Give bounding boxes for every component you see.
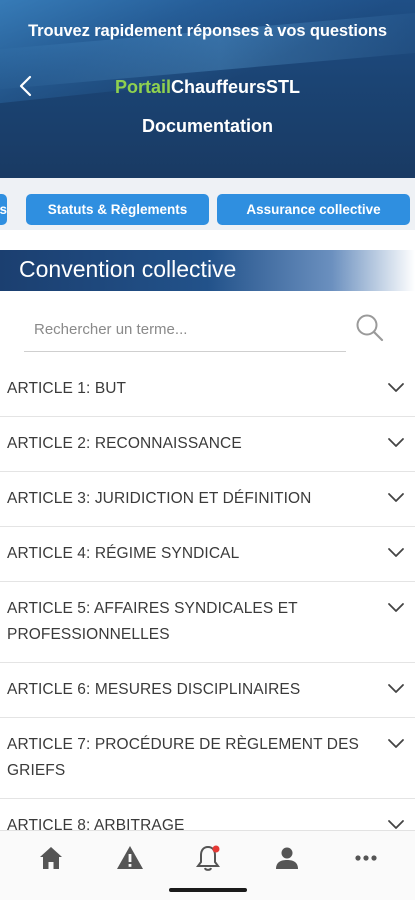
brand-part-portail: Portail xyxy=(114,77,171,97)
article-label: ARTICLE 7: PROCÉDURE DE RÈGLEMENT DES GR… xyxy=(7,736,359,779)
search-icon[interactable] xyxy=(354,312,384,342)
article-item[interactable]: ARTICLE 7: PROCÉDURE DE RÈGLEMENT DES GR… xyxy=(0,718,415,799)
article-label: ARTICLE 1: BUT xyxy=(7,380,127,397)
app-header: Trouvez rapidement réponses à vos questi… xyxy=(0,0,415,178)
brand-logo: PortailChauffeursSTL xyxy=(0,77,415,98)
home-icon[interactable] xyxy=(36,843,66,873)
home-indicator xyxy=(169,888,247,892)
article-label: ARTICLE 6: MESURES DISCIPLINAIRES xyxy=(7,681,301,698)
header-tagline: Trouvez rapidement réponses à vos questi… xyxy=(28,22,387,40)
notification-dot xyxy=(212,845,220,853)
section-header: Convention collective xyxy=(0,250,415,291)
tab-partial[interactable]: s xyxy=(0,194,7,225)
article-item[interactable]: ARTICLE 3: JURIDICTION ET DÉFINITION xyxy=(0,472,415,527)
tab-statuts-reglements[interactable]: Statuts & Règlements xyxy=(26,194,209,225)
chevron-down-icon xyxy=(388,548,404,557)
page-title: Documentation xyxy=(141,116,273,136)
category-tabs: s Statuts & Règlements Assurance collect… xyxy=(0,178,415,230)
article-item[interactable]: ARTICLE 4: RÉGIME SYNDICAL xyxy=(0,527,415,582)
brand-part-chauffeurs: ChauffeursSTL xyxy=(171,77,301,97)
section-title: Convention collective xyxy=(19,256,237,282)
article-item[interactable]: ARTICLE 1: BUT xyxy=(0,362,415,417)
article-label: ARTICLE 4: RÉGIME SYNDICAL xyxy=(7,545,240,562)
tab-label: Assurance collective xyxy=(246,202,381,217)
article-item[interactable]: ARTICLE 6: MESURES DISCIPLINAIRES xyxy=(0,663,415,718)
profile-icon[interactable] xyxy=(272,843,302,873)
tab-label: Statuts & Règlements xyxy=(47,202,188,217)
article-label: ARTICLE 5: AFFAIRES SYNDICALES ET PROFES… xyxy=(7,600,298,643)
tab-assurance-collective[interactable]: Assurance collective xyxy=(217,194,410,225)
article-label: ARTICLE 3: JURIDICTION ET DÉFINITION xyxy=(7,490,312,507)
chevron-down-icon xyxy=(388,383,404,392)
warning-icon[interactable] xyxy=(115,843,145,873)
article-item[interactable]: ARTICLE 2: RECONNAISSANCE xyxy=(0,417,415,472)
more-icon[interactable] xyxy=(351,843,381,873)
article-label: ARTICLE 2: RECONNAISSANCE xyxy=(7,435,242,452)
tab-label: s xyxy=(0,202,7,217)
article-list: ARTICLE 1: BUT ARTICLE 2: RECONNAISSANCE… xyxy=(0,362,415,854)
chevron-down-icon xyxy=(388,493,404,502)
chevron-down-icon xyxy=(388,603,404,612)
notification-bell-icon[interactable] xyxy=(193,843,223,873)
chevron-down-icon xyxy=(388,684,404,693)
article-item[interactable]: ARTICLE 5: AFFAIRES SYNDICALES ET PROFES… xyxy=(0,582,415,663)
chevron-down-icon xyxy=(388,739,404,748)
search-input[interactable] xyxy=(24,308,346,352)
chevron-down-icon xyxy=(388,438,404,447)
